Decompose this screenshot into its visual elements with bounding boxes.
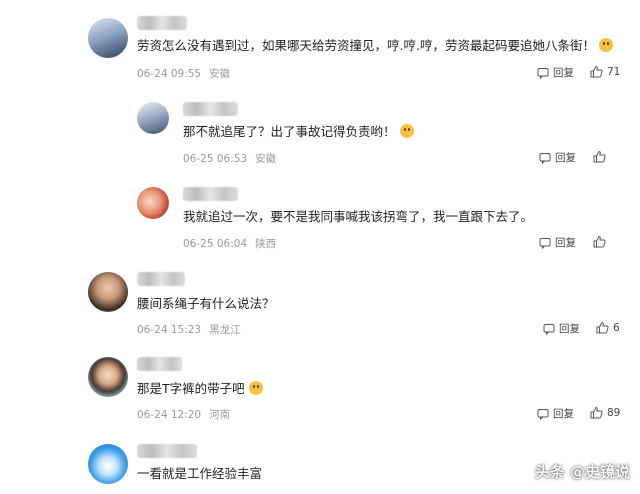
reply-item: 我就追过一次，要不是我同事喊我该拐弯了，我一直跟下去了。 06-25 06:04… [0, 175, 640, 260]
comment-date: 06-24 15:23 [137, 324, 202, 336]
reply-button[interactable]: 回复 [543, 321, 580, 336]
laugh-emoji-icon [399, 124, 414, 138]
thumbs-up-icon [590, 66, 603, 78]
reply-label: 回复 [555, 237, 576, 249]
thumbs-up-icon [593, 236, 606, 248]
like-count: 6 [613, 321, 620, 334]
comment-text: 腰间系绳子有什么说法？ [137, 296, 275, 311]
comment-location: 陕西 [255, 238, 277, 250]
reply-icon [539, 152, 551, 164]
reply-label: 回复 [553, 408, 574, 420]
comment-item: 劳资怎么没有遇到过，如果哪天给劳资撞见，哼.哼.哼，劳资最起码要追她八条街！ 0… [0, 0, 640, 90]
username-blurred[interactable] [183, 187, 238, 201]
thumbs-up-icon [596, 322, 609, 334]
comment-location: 安徽 [255, 153, 277, 165]
comment-text: 劳资怎么没有遇到过，如果哪天给劳资撞见，哼.哼.哼，劳资最起码要追她八条街！ [137, 37, 613, 55]
comment-date: 06-25 06:53 [183, 153, 248, 165]
smile-emoji-icon [248, 381, 263, 395]
comment-meta: 06-24 12:20 河南 [137, 407, 230, 422]
reply-item: 那不就追尾了？出了事故记得负责哟！ 06-25 06:53 安徽 回复 [0, 90, 640, 175]
comment-meta: 06-24 09:55 安徽 [137, 66, 230, 81]
comment-item: 那是T字裤的带子吧 06-24 12:20 河南 回复 89 [0, 345, 640, 430]
comment-text: 我就追过一次，要不是我同事喊我该拐弯了，我一直跟下去了。 [183, 209, 534, 224]
username-blurred[interactable] [137, 16, 187, 30]
reply-button[interactable]: 回复 [539, 150, 576, 165]
like-button[interactable]: 89 [590, 406, 620, 419]
comment-date: 06-24 12:20 [137, 409, 202, 421]
comment-location: 河南 [209, 409, 231, 421]
reply-button[interactable]: 回复 [539, 235, 576, 250]
thumbs-up-icon [593, 151, 606, 163]
comment-text: 一看就是工作经验丰富 [137, 466, 263, 481]
comment-meta: 06-25 06:53 安徽 [183, 151, 276, 166]
comment-text: 那不就追尾了？出了事故记得负责哟！ [183, 123, 414, 141]
avatar[interactable] [88, 272, 128, 312]
like-count: 89 [607, 406, 621, 419]
avatar[interactable] [137, 102, 169, 134]
like-button[interactable] [593, 150, 610, 163]
avatar[interactable] [88, 444, 128, 484]
like-button[interactable] [593, 235, 610, 248]
comment-location: 黑龙江 [209, 324, 241, 336]
avatar[interactable] [137, 187, 169, 219]
comment-meta: 06-24 15:23 黑龙江 [137, 322, 241, 337]
reply-icon [537, 408, 549, 420]
avatar[interactable] [88, 18, 128, 58]
watermark: 头条 @史镜说 [534, 463, 630, 481]
thumbs-up-icon [590, 407, 603, 419]
reply-label: 回复 [559, 323, 580, 335]
username-blurred[interactable] [137, 444, 197, 458]
comment-location: 安徽 [209, 68, 231, 80]
reply-button[interactable]: 回复 [537, 65, 574, 80]
like-count: 71 [607, 65, 621, 78]
reply-icon [539, 237, 551, 249]
comment-item: 腰间系绳子有什么说法？ 06-24 15:23 黑龙江 回复 6 [0, 260, 640, 345]
reply-icon [543, 323, 555, 335]
username-blurred[interactable] [183, 102, 238, 116]
like-button[interactable]: 71 [590, 65, 620, 78]
username-blurred[interactable] [137, 357, 182, 371]
reply-icon [537, 67, 549, 79]
comment-text: 那是T字裤的带子吧 [137, 380, 263, 398]
reply-label: 回复 [555, 152, 576, 164]
reply-button[interactable]: 回复 [537, 406, 574, 421]
comment-date: 06-24 09:55 [137, 68, 202, 80]
comment-meta: 06-25 06:04 陕西 [183, 236, 276, 251]
grin-emoji-icon [598, 38, 613, 52]
like-button[interactable]: 6 [596, 321, 620, 334]
comment-date: 06-25 06:04 [183, 238, 248, 250]
username-blurred[interactable] [137, 272, 185, 286]
avatar[interactable] [88, 357, 128, 397]
reply-label: 回复 [553, 67, 574, 79]
